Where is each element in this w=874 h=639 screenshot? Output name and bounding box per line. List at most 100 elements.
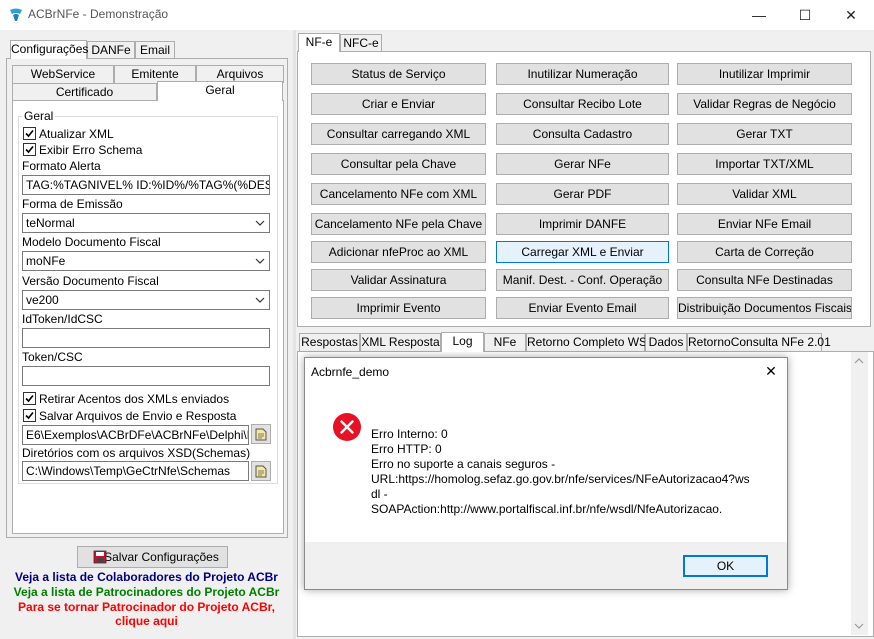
save-icon	[93, 550, 107, 564]
result-tab[interactable]: Dados	[645, 333, 687, 352]
logs-path-input[interactable]: E6\Exemplos\ACBrDFe\ACBrNFe\Delphi\Logs	[22, 425, 249, 445]
versao-label: Versão Documento Fiscal	[22, 274, 159, 288]
chevron-down-icon	[255, 220, 265, 226]
idtoken-input[interactable]	[22, 328, 270, 348]
chevron-down-icon	[255, 258, 265, 264]
action-button[interactable]: Inutilizar Imprimir	[677, 63, 852, 85]
action-button[interactable]: Consultar carregando XML	[311, 123, 486, 145]
action-button[interactable]: Criar e Enviar	[311, 93, 486, 115]
exibir-erro-schema-checkbox[interactable]	[23, 143, 36, 156]
window-title: ACBrNFe - Demonstração	[28, 7, 169, 21]
result-tab[interactable]: XML Resposta	[360, 333, 441, 352]
check-icon	[25, 145, 34, 154]
log-scrollbar[interactable]	[851, 352, 868, 635]
action-button[interactable]: Carregar XML e Enviar	[496, 241, 669, 263]
action-button[interactable]: Validar XML	[677, 183, 852, 205]
tab-danfe[interactable]: DANFe	[87, 41, 135, 59]
error-line: Erro Interno: 0	[371, 427, 448, 441]
result-tab[interactable]: Respostas	[299, 333, 360, 352]
action-button[interactable]: Enviar NFe Email	[677, 213, 852, 235]
maximize-button[interactable]: ☐	[782, 0, 828, 30]
action-button[interactable]: Imprimir DANFE	[496, 213, 669, 235]
schemas-path-input[interactable]: C:\Windows\Temp\GeCtrNfe\Schemas	[22, 461, 249, 481]
title-bar: ACBrNFe - Demonstração — ☐ ✕	[0, 0, 874, 30]
exibir-erro-schema-label: Exibir Erro Schema	[39, 143, 143, 157]
tab-certificado[interactable]: Certificado	[12, 83, 157, 101]
chevron-down-icon	[255, 297, 265, 303]
atualizar-xml-checkbox[interactable]	[23, 127, 36, 140]
check-icon	[25, 394, 34, 403]
action-button[interactable]: Consultar pela Chave	[311, 153, 486, 175]
action-button[interactable]: Cancelamento NFe pela Chave	[311, 213, 486, 235]
action-button[interactable]: Adicionar nfeProc ao XML	[311, 241, 486, 263]
action-button[interactable]: Status de Serviço	[311, 63, 486, 85]
tab-webservice[interactable]: WebService	[12, 65, 114, 83]
modelo-value: moNFe	[26, 254, 66, 268]
check-icon	[25, 129, 34, 138]
action-button[interactable]: Cancelamento NFe com XML	[311, 183, 486, 205]
action-button[interactable]: Validar Regras de Negócio	[677, 93, 852, 115]
dialog-close-button[interactable]: ✕	[757, 360, 785, 382]
minimize-button[interactable]: —	[736, 0, 782, 30]
salvar-arquivos-label: Salvar Arquivos de Envio e Resposta	[39, 409, 237, 423]
action-button[interactable]: Carta de Correção	[677, 241, 852, 263]
result-tab[interactable]: NFe	[484, 333, 526, 352]
tab-configuracoes[interactable]: Configurações	[10, 40, 88, 59]
action-button[interactable]: Enviar Evento Email	[496, 297, 669, 319]
error-line: Erro HTTP: 0	[371, 442, 442, 456]
salvar-configuracoes-label: Salvar Configurações	[104, 550, 219, 564]
browse-logs-button[interactable]	[251, 424, 271, 444]
dialog-footer: OK	[305, 542, 787, 589]
retirar-acentos-checkbox[interactable]	[23, 392, 36, 405]
chevron-up-icon	[854, 358, 864, 364]
error-icon	[333, 413, 361, 441]
action-button[interactable]: Imprimir Evento	[311, 297, 486, 319]
action-button[interactable]: Validar Assinatura	[311, 269, 486, 291]
link-patrocinadores[interactable]: Veja a lista de Patrocinadores do Projet…	[0, 585, 293, 599]
error-line: URL:https://homolog.sefaz.go.gov.br/nfe/…	[371, 472, 750, 486]
forma-emissao-value: teNormal	[26, 216, 75, 230]
link-clique-aqui[interactable]: clique aqui	[0, 614, 293, 628]
result-tab[interactable]: Retorno Completo WS	[526, 333, 647, 352]
versao-value: ve200	[26, 293, 59, 307]
action-button[interactable]: Consulta NFe Destinadas	[677, 269, 852, 291]
vertical-splitter[interactable]	[293, 30, 296, 639]
action-button[interactable]: Importar TXT/XML	[677, 153, 852, 175]
close-button[interactable]: ✕	[828, 0, 874, 30]
error-line: SOAPAction:http://www.portalfiscal.inf.b…	[371, 502, 723, 516]
ok-button[interactable]: OK	[683, 555, 768, 577]
action-button[interactable]: Inutilizar Numeração	[496, 63, 669, 85]
dialog-title: Acbrnfe_demo	[311, 365, 390, 379]
action-button[interactable]: Gerar TXT	[677, 123, 852, 145]
salvar-arquivos-checkbox[interactable]	[23, 409, 36, 422]
action-button[interactable]: Distribuição Documentos Fiscais	[677, 297, 852, 319]
result-tab[interactable]: Log	[441, 332, 484, 352]
tab-geral[interactable]: Geral	[157, 81, 283, 101]
action-button[interactable]: Consulta Cadastro	[496, 123, 669, 145]
atualizar-xml-label: Atualizar XML	[39, 127, 114, 141]
token-label: Token/CSC	[22, 350, 83, 364]
action-button[interactable]: Gerar PDF	[496, 183, 669, 205]
tab-nfce[interactable]: NFC-e	[340, 34, 382, 52]
folder-icon	[255, 428, 267, 441]
modelo-select[interactable]: moNFe	[22, 251, 270, 271]
salvar-configuracoes-button[interactable]: Salvar Configurações	[77, 546, 228, 568]
token-input[interactable]	[22, 366, 270, 386]
action-button[interactable]: Gerar NFe	[496, 153, 669, 175]
browse-schemas-button[interactable]	[251, 461, 271, 481]
versao-select[interactable]: ve200	[22, 290, 270, 310]
action-button[interactable]: Manif. Dest. - Conf. Operação	[496, 269, 669, 291]
link-tornar-patrocinador[interactable]: Para se tornar Patrocinador do Projeto A…	[0, 600, 293, 614]
result-tab[interactable]: RetornoConsulta NFe 2.01	[687, 333, 831, 352]
chevron-down-icon	[854, 623, 864, 629]
tab-email[interactable]: Email	[135, 41, 175, 59]
forma-emissao-select[interactable]: teNormal	[22, 213, 270, 233]
error-dialog: Acbrnfe_demo ✕ Erro Interno: 0 Erro HTTP…	[304, 357, 788, 590]
tab-nfe[interactable]: NF-e	[298, 33, 340, 52]
action-button[interactable]: Consultar Recibo Lote	[496, 93, 669, 115]
error-line: dl -	[371, 487, 388, 501]
formato-alerta-label: Formato Alerta	[22, 159, 101, 173]
schemas-label: Diretórios com os arquivos XSD(Schemas)	[22, 446, 251, 460]
link-colaboradores[interactable]: Veja a lista de Colaboradores do Projeto…	[0, 570, 293, 584]
formato-alerta-input[interactable]: TAG:%TAGNIVEL% ID:%ID%/%TAG%(%DESCRICA	[22, 175, 270, 195]
